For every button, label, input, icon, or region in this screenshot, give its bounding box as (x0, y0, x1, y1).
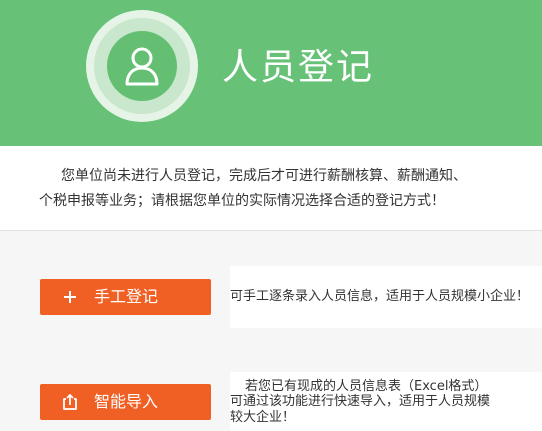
manual-description-text: 可手工逐条录入人员信息，适用于人员规模小企业！ (230, 289, 530, 304)
import-description-line1: 若您已有现成的人员信息表（Excel格式） (245, 379, 488, 394)
notice-text-line1: 您单位尚未进行人员登记，完成后才可进行薪酬核算、薪酬通知、 (61, 168, 467, 184)
import-icon (63, 394, 77, 410)
smart-import-description: 若您已有现成的人员信息表（Excel格式） 可通过该功能进行快速导入，适用于人员… (230, 372, 542, 431)
import-description-line3: 较大企业！ (230, 410, 296, 425)
notice-text-line2: 个税申报等业务；请根据您单位的实际情况选择合适的登记方式！ (39, 193, 445, 209)
manual-register-description: 可手工逐条录入人员信息，适用于人员规模小企业！ (230, 266, 542, 328)
plus-icon (64, 291, 76, 303)
page-title: 人员登记 (222, 47, 375, 88)
manual-register-button[interactable]: 手工登记 (40, 279, 211, 315)
avatar (86, 10, 198, 122)
manual-register-label: 手工登记 (94, 287, 159, 306)
notice-panel: 您单位尚未进行人员登记，完成后才可进行薪酬核算、薪酬通知、 个税申报等业务；请根… (0, 146, 542, 231)
header-banner: 人员登记 (0, 0, 542, 146)
user-icon (125, 47, 159, 86)
import-description-line2: 可通过该功能进行快速导入，适用于人员规模 (230, 394, 491, 409)
smart-import-button[interactable]: 智能导入 (40, 384, 211, 420)
smart-import-label: 智能导入 (94, 392, 159, 411)
